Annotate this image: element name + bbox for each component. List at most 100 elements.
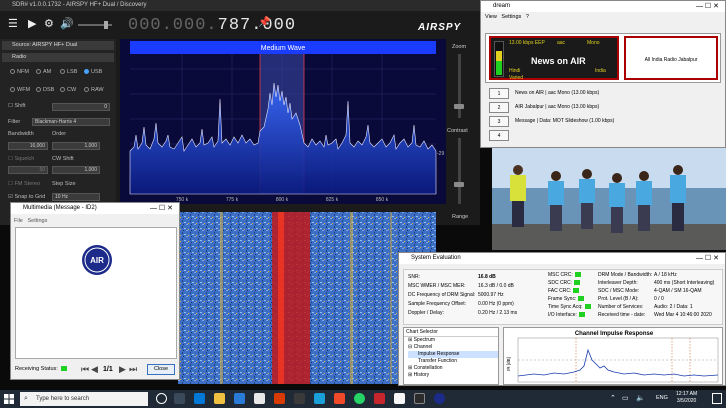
nav-last-icon[interactable]: ⏭ <box>129 364 137 375</box>
mode-label: LSB <box>67 69 78 75</box>
chrome-icon[interactable] <box>394 393 405 404</box>
volume-tray-icon[interactable]: 🔈 <box>636 394 645 402</box>
order-field[interactable]: 1,000 <box>52 142 100 150</box>
tree-item-history[interactable]: ⊞ History <box>408 372 498 379</box>
radio-section-header[interactable]: Radio <box>2 53 114 62</box>
nav-first-icon[interactable]: ⏮ <box>81 364 89 375</box>
chart-selector-title: Chart Selector <box>404 328 498 337</box>
dream-icon[interactable] <box>434 393 445 404</box>
menu-help[interactable]: ? <box>526 14 529 20</box>
windows-start-icon[interactable] <box>4 394 14 404</box>
mode-am[interactable]: AM <box>36 69 51 75</box>
office-icon[interactable] <box>274 393 285 404</box>
service-row[interactable]: 4 <box>485 129 721 142</box>
menu-view[interactable]: View <box>485 14 497 20</box>
dc-freq-row: DC Frequency of DRM Signal: 5000.97 Hz <box>408 292 504 298</box>
play-icon[interactable]: ▶ <box>28 17 36 30</box>
app-icon[interactable] <box>374 393 385 404</box>
tree-item-constellation[interactable]: ⊞ Constellation <box>408 365 498 372</box>
notifications-icon[interactable] <box>712 393 722 404</box>
step-size-select[interactable]: 10 Hz <box>52 193 100 201</box>
mode-nfm[interactable]: NFM <box>10 69 29 75</box>
volume-icon[interactable]: 🔊 <box>60 17 74 30</box>
window-controls[interactable]: — ☐ ✕ <box>150 203 173 214</box>
row-value: 5000.97 Hz <box>478 292 504 298</box>
menu-settings[interactable]: Settings <box>27 218 47 224</box>
taskbar-clock[interactable]: 12:17 AM 3/5/2020 <box>676 391 697 405</box>
squelch-checkbox[interactable]: ☐ Squelch <box>8 156 34 162</box>
close-button[interactable]: Close <box>147 364 175 375</box>
filter-select[interactable]: Blackman-Harris 4 <box>32 118 110 126</box>
shift-checkbox[interactable]: ☐ Shift <box>8 103 25 109</box>
fm-stereo-checkbox[interactable]: ☐ FM Stereo <box>8 181 40 187</box>
taskbar-search-box[interactable]: ⌕ Type here to search <box>20 392 148 406</box>
row-value: 4-QAM / SM 16-QAM <box>654 288 702 294</box>
menu-icon[interactable]: ☰ <box>8 17 18 30</box>
service-row[interactable]: 1 News on AIR | aac Mono (13.00 kbps) <box>485 87 721 100</box>
service-label: News on AIR | aac Mono (13.00 kbps) <box>515 90 600 96</box>
frequency-display[interactable]: 000.000.787.000 <box>128 16 296 35</box>
shift-field[interactable]: 0 <box>52 103 110 111</box>
snap-checkbox[interactable]: ☑ Snap to Grid <box>8 194 45 200</box>
sdr-icon[interactable] <box>414 393 425 404</box>
squelch-field[interactable]: 50 <box>8 166 48 174</box>
volume-knob[interactable] <box>104 21 108 29</box>
mail-icon[interactable] <box>254 393 265 404</box>
skype-icon[interactable] <box>314 393 325 404</box>
service-row[interactable]: 3 Message | Data: MOT Slideshow (1.00 kbp… <box>485 115 721 128</box>
service-row[interactable]: 2 AIR Jabalpur | aac Mono (13.00 kbps) <box>485 101 721 114</box>
edge-icon[interactable] <box>194 393 205 404</box>
mode-usb[interactable]: USB <box>84 69 102 75</box>
store-icon[interactable] <box>234 393 245 404</box>
spectrum-display[interactable]: Medium Wave 750 k 775 k 800 k 825 k 850 … <box>120 39 446 204</box>
cortana-icon[interactable] <box>156 393 167 404</box>
search-placeholder: Type here to search <box>36 396 90 402</box>
radio-label: Radio <box>12 54 27 60</box>
mode-raw[interactable]: RAW <box>84 87 104 93</box>
file-explorer-icon[interactable] <box>214 393 225 404</box>
tree-item-transfer-function[interactable]: Transfer Function <box>408 358 498 365</box>
mode-lsb[interactable]: LSB <box>60 69 77 75</box>
bandwidth-field[interactable]: 16,000 <box>8 142 48 150</box>
nav-prev-icon[interactable]: ◀ <box>91 364 98 375</box>
service-button[interactable]: 4 <box>489 130 509 141</box>
tree-item-spectrum[interactable]: ⊞ Spectrum <box>408 337 498 344</box>
network-icon[interactable]: ▭ <box>622 394 629 402</box>
window-controls[interactable]: — ☐ ✕ <box>696 253 719 264</box>
x-tick: 775 k <box>226 197 239 203</box>
tree-item-channel[interactable]: ⊟ Channel <box>408 344 498 351</box>
cw-shift-field[interactable]: 1,000 <box>52 166 100 174</box>
multimedia-title: Multimedia (Message - ID2) <box>23 205 97 211</box>
task-view-icon[interactable] <box>174 393 185 404</box>
waterfall-signal-band <box>272 212 310 384</box>
volume-slider[interactable] <box>78 21 112 29</box>
service-button[interactable]: 2 <box>489 102 509 113</box>
contrast-knob[interactable] <box>454 182 464 187</box>
service-button[interactable]: 3 <box>489 116 509 127</box>
mode-wfm[interactable]: WFM <box>10 87 30 93</box>
window-controls[interactable]: — ☐ ✕ <box>696 1 719 12</box>
whatsapp-icon[interactable] <box>354 393 365 404</box>
language-indicator[interactable]: ENG <box>656 395 668 401</box>
background-photo <box>492 148 726 250</box>
menu-file[interactable]: File <box>14 218 23 224</box>
signal-level-green <box>496 61 502 75</box>
tree-item-impulse-response[interactable]: Impulse Response <box>408 351 498 358</box>
mode-cw[interactable]: CW <box>60 87 76 93</box>
mode-label: AM <box>43 69 52 75</box>
app-icon[interactable] <box>334 393 345 404</box>
mode-dsb[interactable]: DSB <box>36 87 54 93</box>
app-icon[interactable] <box>294 393 305 404</box>
menu-settings[interactable]: Settings <box>501 14 521 20</box>
zoom-knob[interactable] <box>454 104 464 109</box>
settings-icon[interactable]: ⚙ <box>44 17 54 30</box>
crc-fac: FAC CRC: <box>548 288 580 294</box>
contrast-slider[interactable] <box>458 138 461 204</box>
tray-chevron-icon[interactable]: ⌃ <box>610 394 616 402</box>
nav-next-icon[interactable]: ▶ <box>119 364 126 375</box>
language: Hindi <box>509 68 521 74</box>
pin-icon[interactable]: 📌 <box>258 17 270 28</box>
service-button[interactable]: 1 <box>489 88 509 99</box>
source-section-header[interactable]: Source: AIRSPY HF+ Dual <box>2 41 114 50</box>
frequency-prefix: 000.000. <box>128 16 218 35</box>
